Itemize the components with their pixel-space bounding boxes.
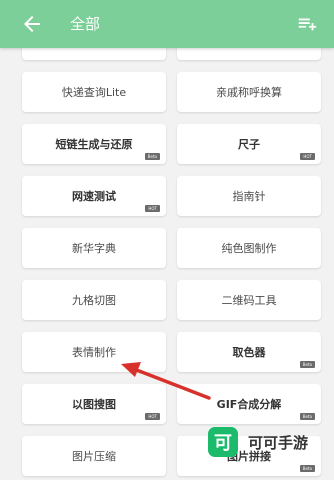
tool-label: 尺子 — [238, 138, 260, 151]
app-bar: 全部 — [0, 0, 334, 48]
beta-badge: Beta — [299, 465, 315, 472]
tool-card-partial-right[interactable] — [177, 48, 321, 60]
tool-label: 亲戚称呼换算 — [216, 86, 282, 99]
tool-label: 取色器 — [232, 346, 266, 359]
tool-card-image-compress[interactable]: 图片压缩 — [22, 436, 166, 476]
tool-card-solid-color-image[interactable]: 纯色图制作 — [177, 228, 321, 268]
tool-label: 二维码工具 — [221, 294, 277, 307]
tool-label: 网速测试 — [72, 190, 116, 203]
tool-card-qr-tool[interactable]: 二维码工具 — [177, 280, 321, 320]
arrow-left-icon[interactable] — [20, 12, 44, 36]
tool-label: GIF合成分解 — [216, 398, 282, 411]
tool-card-ruler[interactable]: 尺子 HOT — [177, 124, 321, 164]
tool-label: 指南针 — [232, 190, 266, 203]
tool-card-emoji-maker[interactable]: 表情制作 — [22, 332, 166, 372]
beta-badge: Beta — [144, 153, 160, 160]
tool-card-express-lite[interactable]: 快递查询Lite — [22, 72, 166, 112]
tool-card-gif-tool[interactable]: GIF合成分解 Beta — [177, 384, 321, 424]
hot-badge: HOT — [145, 205, 160, 212]
tool-label: 九格切图 — [72, 294, 116, 307]
beta-badge: Beta — [299, 361, 315, 368]
tool-card-speed-test[interactable]: 网速测试 HOT — [22, 176, 166, 216]
tool-label: 快递查询Lite — [61, 86, 127, 99]
watermark: 可 可可手游 — [208, 424, 328, 460]
tool-label: 表情制作 — [72, 346, 116, 359]
tool-card-nine-grid-cut[interactable]: 九格切图 — [22, 280, 166, 320]
tool-label: 以图搜图 — [72, 398, 116, 411]
watermark-text: 可可手游 — [248, 433, 309, 452]
beta-badge: Beta — [299, 413, 315, 420]
tool-label: 短链生成与还原 — [55, 138, 133, 151]
hot-badge: HOT — [145, 413, 160, 420]
tool-card-dictionary[interactable]: 新华字典 — [22, 228, 166, 268]
hot-badge: HOT — [300, 153, 315, 160]
page-title: 全部 — [70, 15, 101, 33]
tool-label: 纯色图制作 — [221, 242, 277, 255]
tool-label: 新华字典 — [72, 242, 116, 255]
tool-card-relative-name[interactable]: 亲戚称呼换算 — [177, 72, 321, 112]
playlist-add-icon[interactable] — [296, 13, 318, 35]
tool-card-image-search[interactable]: 以图搜图 HOT — [22, 384, 166, 424]
tool-card-color-picker[interactable]: 取色器 Beta — [177, 332, 321, 372]
tool-card-short-link[interactable]: 短链生成与还原 Beta — [22, 124, 166, 164]
tool-card-partial-left[interactable] — [22, 48, 166, 60]
watermark-logo: 可 — [208, 427, 238, 457]
tool-label: 图片压缩 — [72, 450, 116, 463]
tool-card-compass[interactable]: 指南针 — [177, 176, 321, 216]
tool-grid: 快递查询Lite 亲戚称呼换算 短链生成与还原 Beta 尺子 HOT 网速测试… — [0, 48, 334, 480]
